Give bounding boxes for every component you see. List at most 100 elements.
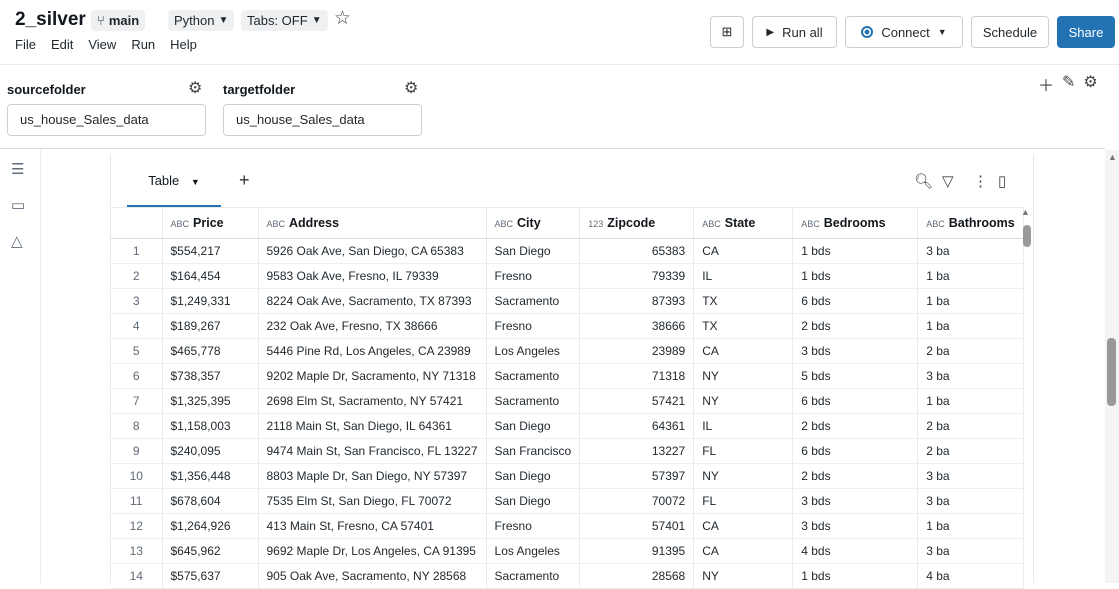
table-cell[interactable]: 4 ba <box>917 563 1024 589</box>
table-cell[interactable]: 70072 <box>579 488 695 514</box>
table-cell[interactable]: $189,267 <box>162 313 259 339</box>
table-cell[interactable]: Sacramento <box>486 363 581 389</box>
table-cell[interactable]: CA <box>693 513 794 539</box>
notebook-title[interactable]: 2_silver <box>15 9 86 31</box>
table-cell[interactable]: 2 bds <box>792 313 919 339</box>
table-cell[interactable]: 3 ba <box>917 363 1024 389</box>
table-cell[interactable]: NY <box>693 463 794 489</box>
table-cell[interactable]: 8803 Maple Dr, San Diego, NY 57397 <box>258 463 487 489</box>
table-cell[interactable]: 9583 Oak Ave, Fresno, IL 79339 <box>258 263 487 289</box>
column-header[interactable]: ABC Bedrooms <box>792 207 919 239</box>
search-icon[interactable]: 🔍︎ <box>914 172 933 190</box>
star-icon[interactable]: ☆ <box>334 7 351 30</box>
table-cell[interactable]: 6 bds <box>792 388 919 414</box>
table-cell[interactable]: 9202 Maple Dr, Sacramento, NY 71318 <box>258 363 487 389</box>
table-cell[interactable]: 2118 Main St, San Diego, IL 64361 <box>258 413 487 439</box>
table-cell[interactable]: 2698 Elm St, Sacramento, NY 57421 <box>258 388 487 414</box>
table-cell[interactable]: 71318 <box>579 363 695 389</box>
table-cell[interactable]: Fresno <box>486 263 581 289</box>
table-cell[interactable]: 9692 Maple Dr, Los Angeles, CA 91395 <box>258 538 487 564</box>
table-of-contents-icon[interactable]: ☰ <box>11 160 24 178</box>
table-cell[interactable]: 5926 Oak Ave, San Diego, CA 65383 <box>258 238 487 264</box>
language-selector[interactable]: Python ▼ <box>168 10 235 31</box>
table-cell[interactable]: San Diego <box>486 488 581 514</box>
table-cell[interactable]: 87393 <box>579 288 695 314</box>
table-cell[interactable]: 1 bds <box>792 238 919 264</box>
table-cell[interactable]: 57401 <box>579 513 695 539</box>
share-button[interactable]: Share <box>1057 16 1115 48</box>
column-header[interactable]: ABC State <box>693 207 794 239</box>
table-cell[interactable]: 1 ba <box>917 513 1024 539</box>
table-cell[interactable]: San Diego <box>486 413 581 439</box>
table-cell[interactable]: CA <box>693 238 794 264</box>
page-scrollbar[interactable]: ▲ <box>1105 150 1119 583</box>
table-cell[interactable]: Sacramento <box>486 288 581 314</box>
table-cell[interactable]: Fresno <box>486 513 581 539</box>
table-cell[interactable]: 1 ba <box>917 313 1024 339</box>
table-cell[interactable]: 3 ba <box>917 238 1024 264</box>
scroll-up-icon[interactable]: ▲ <box>1108 152 1117 162</box>
table-cell[interactable]: 2 bds <box>792 413 919 439</box>
column-settings-icon[interactable]: ⋮ <box>973 172 988 190</box>
table-cell[interactable]: $678,604 <box>162 488 259 514</box>
folder-icon[interactable]: ▭ <box>11 196 25 214</box>
menu-view[interactable]: View <box>88 37 116 52</box>
table-cell[interactable]: 65383 <box>579 238 695 264</box>
table-cell[interactable]: CA <box>693 338 794 364</box>
add-visualization-icon[interactable]: + <box>239 170 250 191</box>
table-cell[interactable]: TX <box>693 313 794 339</box>
table-cell[interactable]: 38666 <box>579 313 695 339</box>
source-param-input[interactable]: us_house_Sales_data <box>7 104 206 136</box>
table-cell[interactable]: CA <box>693 538 794 564</box>
table-cell[interactable]: $645,962 <box>162 538 259 564</box>
table-cell[interactable]: IL <box>693 263 794 289</box>
table-cell[interactable]: Fresno <box>486 313 581 339</box>
table-cell[interactable]: $1,249,331 <box>162 288 259 314</box>
table-cell[interactable]: 905 Oak Ave, Sacramento, NY 28568 <box>258 563 487 589</box>
branch-selector[interactable]: ⑂ main <box>91 10 146 31</box>
tab-table[interactable]: Table ▼ <box>127 162 221 208</box>
table-cell[interactable]: San Diego <box>486 463 581 489</box>
table-cell[interactable]: 3 ba <box>917 488 1024 514</box>
table-cell[interactable]: 5 bds <box>792 363 919 389</box>
table-cell[interactable]: 13227 <box>579 438 695 464</box>
table-cell[interactable]: $164,454 <box>162 263 259 289</box>
table-cell[interactable]: $240,095 <box>162 438 259 464</box>
table-cell[interactable]: 3 bds <box>792 338 919 364</box>
menu-help[interactable]: Help <box>170 37 197 52</box>
gear-icon[interactable]: ⚙ <box>404 78 418 98</box>
table-cell[interactable]: $465,778 <box>162 338 259 364</box>
table-cell[interactable]: IL <box>693 413 794 439</box>
table-cell[interactable]: $738,357 <box>162 363 259 389</box>
table-cell[interactable]: 6 bds <box>792 288 919 314</box>
table-scrollbar[interactable]: ▲ <box>1018 207 1032 583</box>
table-cell[interactable]: Los Angeles <box>486 338 581 364</box>
table-cell[interactable]: 3 bds <box>792 513 919 539</box>
target-param-input[interactable]: us_house_Sales_data <box>223 104 422 136</box>
table-cell[interactable]: 23989 <box>579 338 695 364</box>
table-cell[interactable]: 7535 Elm St, San Diego, FL 70072 <box>258 488 487 514</box>
table-cell[interactable]: FL <box>693 438 794 464</box>
table-cell[interactable]: 5446 Pine Rd, Los Angeles, CA 23989 <box>258 338 487 364</box>
table-cell[interactable]: 2 ba <box>917 338 1024 364</box>
page-scroll-thumb[interactable] <box>1107 338 1116 406</box>
table-cell[interactable]: NY <box>693 388 794 414</box>
table-cell[interactable]: $575,637 <box>162 563 259 589</box>
gear-icon[interactable]: ⚙ <box>188 78 202 98</box>
table-scroll-thumb[interactable] <box>1023 225 1031 247</box>
add-icon[interactable]: ＋ <box>1038 72 1054 96</box>
table-cell[interactable]: 57421 <box>579 388 695 414</box>
tabs-toggle[interactable]: Tabs: OFF ▼ <box>241 10 328 31</box>
column-header[interactable]: ABC City <box>486 207 581 239</box>
table-cell[interactable]: 1 ba <box>917 388 1024 414</box>
schedule-button[interactable]: Schedule <box>971 16 1049 48</box>
table-cell[interactable]: 8224 Oak Ave, Sacramento, TX 87393 <box>258 288 487 314</box>
table-cell[interactable]: 28568 <box>579 563 695 589</box>
table-cell[interactable]: 2 bds <box>792 463 919 489</box>
pencil-icon[interactable]: ✎ <box>1062 72 1075 96</box>
table-cell[interactable]: Los Angeles <box>486 538 581 564</box>
menu-file[interactable]: File <box>15 37 36 52</box>
table-cell[interactable]: 79339 <box>579 263 695 289</box>
table-cell[interactable]: $1,325,395 <box>162 388 259 414</box>
run-all-button[interactable]: ▶ Run all <box>752 16 837 48</box>
